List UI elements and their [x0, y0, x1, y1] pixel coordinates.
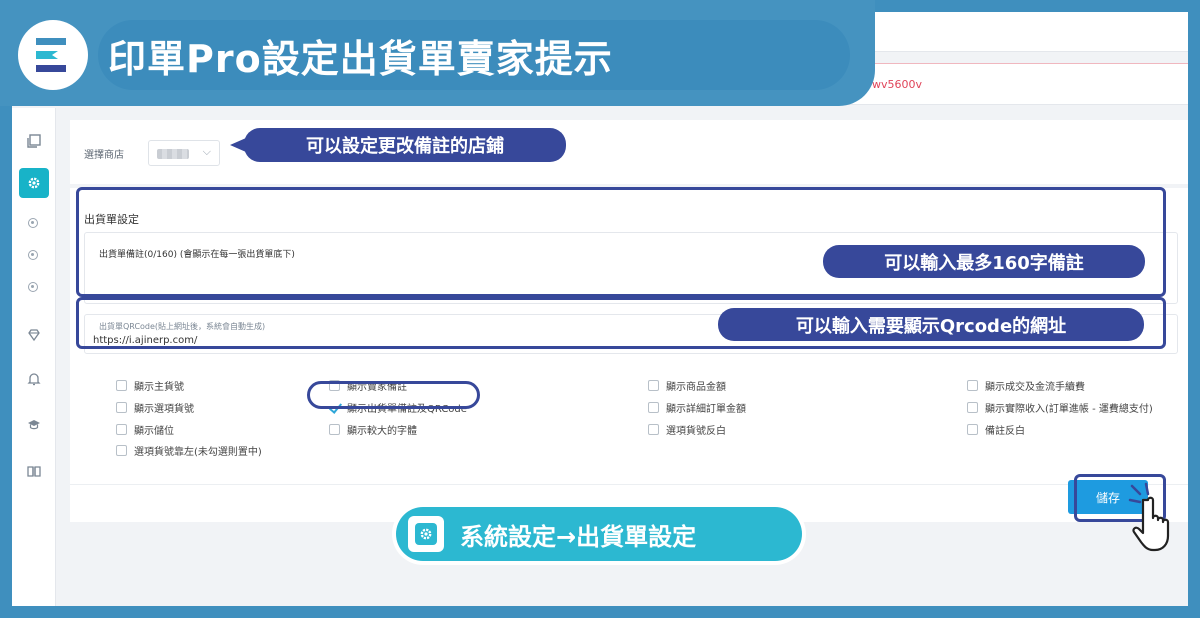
sidebar-subitem-dot[interactable]: [28, 282, 38, 292]
checkbox[interactable]: [967, 380, 978, 391]
checkbox[interactable]: [648, 380, 659, 391]
sidebar-item-premium[interactable]: [19, 320, 49, 350]
navigation-path-pill: 系統設定→出貨單設定: [392, 503, 806, 565]
gear-icon: [28, 177, 40, 189]
qrcode-callout: 可以輸入需要顯示Qrcode的網址: [718, 308, 1144, 341]
bell-icon: [27, 373, 41, 386]
note-callout: 可以輸入最多160字備註: [823, 245, 1145, 278]
divider: [70, 484, 1188, 485]
store-label: 選擇商店: [84, 150, 124, 161]
checkbox[interactable]: [116, 445, 127, 456]
navigation-path-text: 系統設定→出貨單設定: [460, 522, 697, 551]
checkbox[interactable]: [967, 424, 978, 435]
pointer-hand-icon: [1128, 482, 1170, 552]
option-label: 選項貨號反白: [666, 426, 726, 437]
store-select[interactable]: ⌵: [148, 140, 220, 166]
option-checkbox[interactable]: 顯示選項貨號: [116, 400, 194, 415]
option-checkbox[interactable]: 選項貨號靠左(未勾選則置中): [116, 443, 262, 458]
option-label: 備註反白: [985, 426, 1025, 437]
option-label: 顯示實際收入(訂單進帳 - 運費總支付): [985, 404, 1153, 415]
option-checkbox[interactable]: 顯示較大的字體: [329, 422, 417, 437]
option-label: 顯示詳細訂單金額: [666, 404, 746, 415]
sidebar-item-alerts[interactable]: [19, 364, 49, 394]
option-label: 顯示選項貨號: [134, 404, 194, 415]
navigation-path-inner: 系統設定→出貨單設定: [396, 507, 802, 561]
notice-text: wv5600v: [872, 78, 923, 91]
option-checkbox[interactable]: 顯示實際收入(訂單進帳 - 運費總支付): [967, 400, 1153, 415]
sidebar: [12, 108, 56, 606]
store-name-redacted: [157, 149, 189, 159]
sidebar-item-docs[interactable]: [19, 456, 49, 486]
store-callout: 可以設定更改備註的店鋪: [230, 128, 566, 162]
logo: [18, 20, 88, 90]
option-label: 顯示較大的字體: [347, 426, 417, 437]
checkbox[interactable]: [116, 402, 127, 413]
option-checkbox[interactable]: 顯示商品金額: [648, 378, 726, 393]
option-label: 選項貨號靠左(未勾選則置中): [134, 447, 262, 458]
title-banner: 印單Pro設定出貨單賣家提示: [0, 0, 875, 106]
checkbox[interactable]: [648, 424, 659, 435]
option-label: 顯示商品金額: [666, 382, 726, 393]
sidebar-item-settings[interactable]: [19, 168, 49, 198]
diamond-icon: [28, 329, 40, 342]
option-label: 顯示儲位: [134, 426, 174, 437]
option-checkbox[interactable]: 顯示儲位: [116, 422, 174, 437]
page-title: 印單Pro設定出貨單賣家提示: [98, 20, 850, 90]
book-icon: [27, 466, 41, 477]
option-checkbox[interactable]: 顯示主貨號: [116, 378, 184, 393]
note-highlight: [76, 187, 1166, 297]
graduation-cap-icon: [28, 420, 40, 430]
checkbox[interactable]: [329, 424, 340, 435]
sidebar-subitem-dot[interactable]: [28, 250, 38, 260]
option-checkbox[interactable]: 顯示詳細訂單金額: [648, 400, 746, 415]
checkbox[interactable]: [116, 424, 127, 435]
e-logo-icon: [36, 38, 66, 72]
option-checkbox[interactable]: 選項貨號反白: [648, 422, 726, 437]
gear-icon: [415, 523, 437, 545]
stack-icon: [27, 134, 41, 148]
checkbox[interactable]: [116, 380, 127, 391]
option-label: 顯示成交及金流手續費: [985, 382, 1085, 393]
sidebar-item-learning[interactable]: [19, 410, 49, 440]
option-label: 顯示主貨號: [134, 382, 184, 393]
chevron-down-icon: ⌵: [202, 145, 211, 158]
store-card: 選擇商店 ⌵: [70, 120, 1188, 184]
option-checkbox[interactable]: 備註反白: [967, 422, 1025, 437]
sidebar-subitem-dot[interactable]: [28, 218, 38, 228]
settings-icon-badge: [408, 516, 444, 552]
option-highlight: [307, 381, 480, 409]
option-checkbox[interactable]: 顯示成交及金流手續費: [967, 378, 1085, 393]
checkbox[interactable]: [967, 402, 978, 413]
sidebar-item-orders[interactable]: [19, 126, 49, 156]
checkbox[interactable]: [648, 402, 659, 413]
